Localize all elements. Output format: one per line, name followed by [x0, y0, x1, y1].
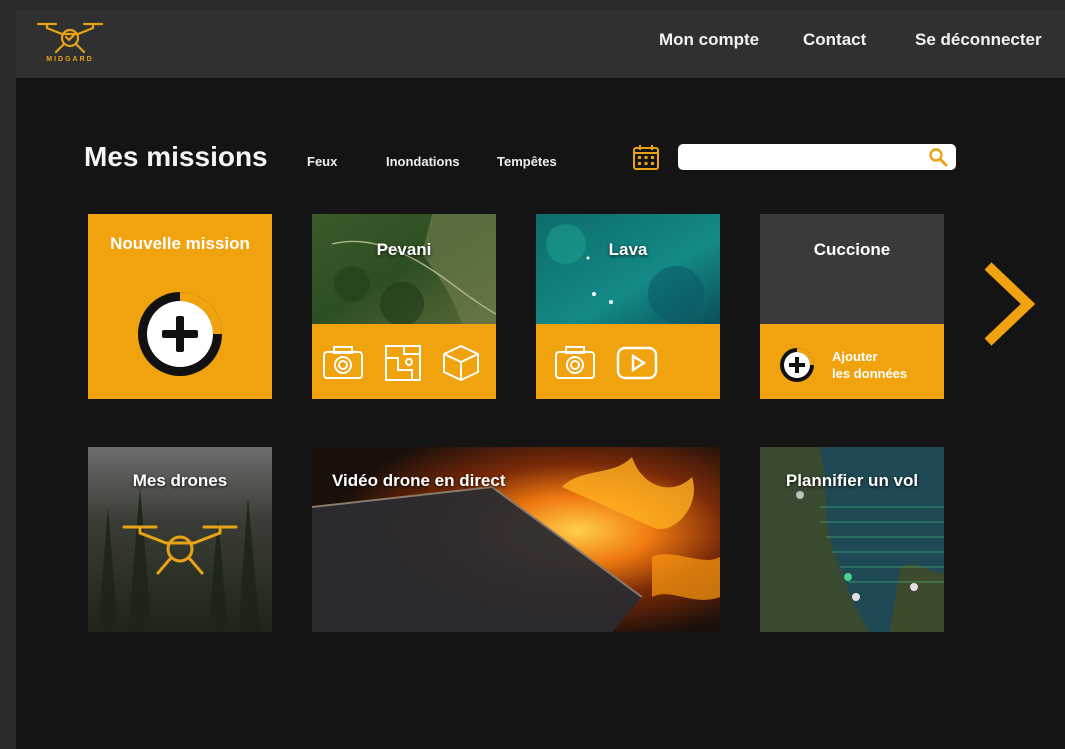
- map-icon[interactable]: [382, 344, 424, 382]
- play-icon[interactable]: [616, 344, 658, 382]
- tile-my-drones[interactable]: Mes drones: [88, 447, 272, 632]
- filter-tempetes[interactable]: Tempêtes: [497, 154, 557, 169]
- logo-text: MIDGARD: [46, 56, 94, 63]
- drones-title: Mes drones: [132, 471, 228, 490]
- search-icon[interactable]: [928, 147, 948, 167]
- nav-account[interactable]: Mon compte: [659, 30, 759, 50]
- camera-icon[interactable]: [554, 344, 596, 382]
- add-data-label[interactable]: Ajouter les données: [832, 348, 907, 382]
- filter-feux[interactable]: Feux: [307, 154, 337, 169]
- pevani-title: Pevani: [376, 240, 432, 259]
- pevani-thumbnail: [312, 214, 496, 324]
- drone-logo-icon: [36, 22, 104, 54]
- cuccione-actions: Ajouter les données: [760, 324, 944, 399]
- top-bar: MIDGARD Mon compte Contact Se déconnecte…: [16, 10, 1065, 78]
- plan-flight-title: Plannifier un vol: [785, 471, 919, 490]
- add-data-plus-icon[interactable]: [778, 346, 816, 384]
- page-title: Mes missions: [84, 141, 268, 172]
- mission-card-pevani[interactable]: Pevani: [312, 214, 496, 399]
- lava-actions: [536, 324, 720, 399]
- mission-card-cuccione[interactable]: Cuccione Ajouter les données: [760, 214, 944, 399]
- new-mission-card[interactable]: Nouvelle mission: [88, 214, 272, 399]
- nav-contact[interactable]: Contact: [803, 30, 866, 50]
- cuccione-title: Cuccione: [813, 240, 891, 259]
- nav-logout[interactable]: Se déconnecter: [915, 30, 1042, 50]
- mission-card-lava[interactable]: Lava: [536, 214, 720, 399]
- app-frame: MIDGARD Mon compte Contact Se déconnecte…: [16, 10, 1065, 749]
- plus-circle-icon: [138, 292, 222, 376]
- tile-live-video[interactable]: Vidéo drone en direct: [312, 447, 720, 632]
- cube-icon[interactable]: [440, 344, 482, 382]
- camera-icon[interactable]: [322, 344, 364, 382]
- add-data-line1: Ajouter: [832, 349, 878, 364]
- lava-thumbnail: [536, 214, 720, 324]
- search-input[interactable]: [678, 144, 956, 170]
- calendar-icon[interactable]: [632, 143, 660, 171]
- logo[interactable]: MIDGARD: [32, 18, 108, 70]
- new-mission-title: Nouvelle mission: [110, 234, 250, 253]
- live-video-title: Vidéo drone en direct: [332, 471, 506, 490]
- add-data-line2: les données: [832, 366, 908, 381]
- pevani-actions: [312, 324, 496, 399]
- filter-inondations[interactable]: Inondations: [386, 154, 460, 169]
- lava-title: Lava: [608, 240, 648, 259]
- tile-plan-flight[interactable]: Plannifier un vol: [760, 447, 944, 632]
- chevron-right-icon[interactable]: [982, 262, 1036, 346]
